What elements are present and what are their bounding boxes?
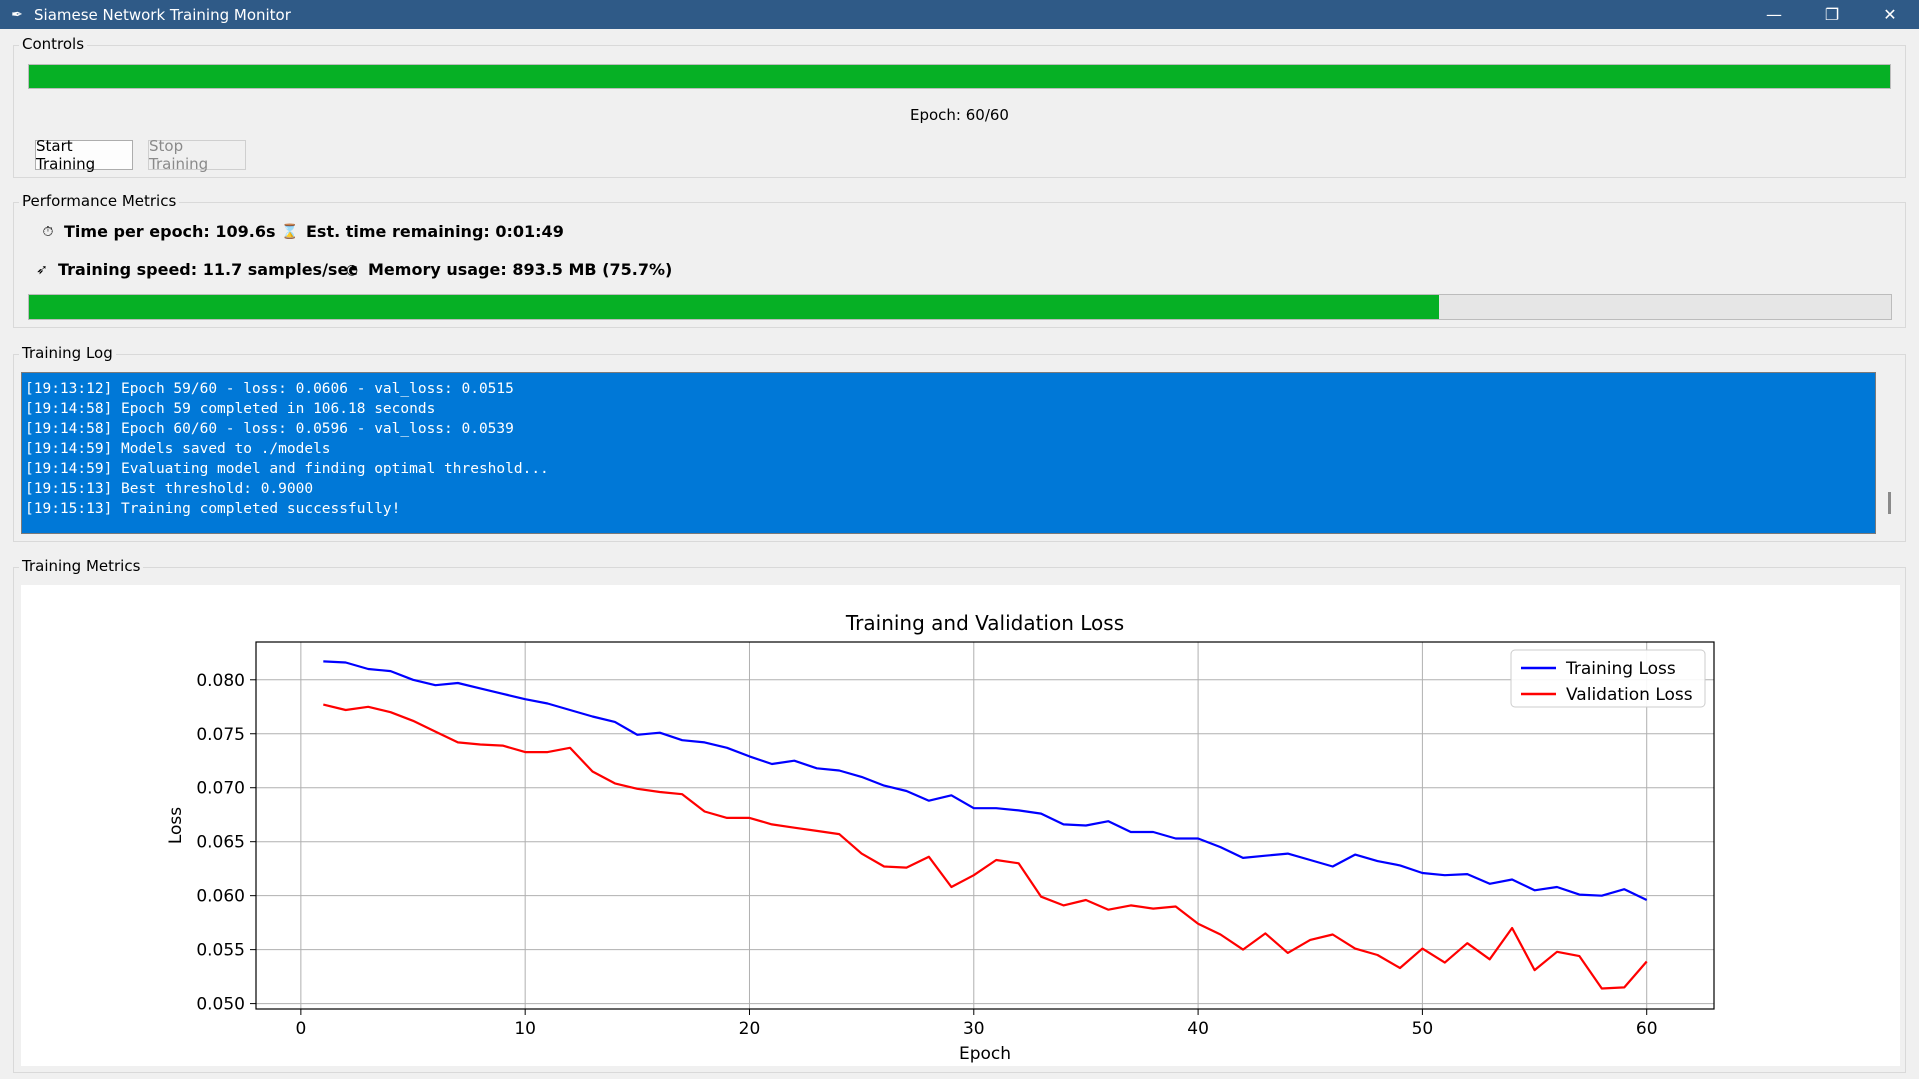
training-log-textbox[interactable]: [19:13:12] Epoch 59/60 - loss: 0.0606 - … [21,372,1876,534]
time-per-epoch-metric: ⏱ Time per epoch: 109.6s [38,222,276,241]
x-tick-label: 0 [295,1019,306,1039]
log-line: [19:13:12] Epoch 59/60 - loss: 0.0606 - … [25,381,514,397]
x-tick-label: 60 [1636,1019,1658,1039]
log-line: [19:14:59] Evaluating model and finding … [25,461,549,477]
training-speed-text: Training speed: 11.7 samples/sec [58,260,358,279]
restore-button[interactable]: ❐ [1803,0,1861,29]
log-scrollbar-thumb[interactable] [1888,492,1891,514]
y-tick-label: 0.080 [196,671,245,691]
chart-title: Training and Validation Loss [845,611,1124,635]
close-button[interactable]: ✕ [1861,0,1919,29]
gauge-icon: ◔ [345,261,359,278]
controls-label: Controls [19,35,88,53]
stop-training-button[interactable]: Stop Training [148,137,246,173]
x-tick-label: 20 [739,1019,761,1039]
log-line: [19:15:13] Best threshold: 0.9000 [25,481,314,497]
x-tick-label: 50 [1412,1019,1434,1039]
title-bar: ✒ Siamese Network Training Monitor — ❐ ✕ [0,0,1919,29]
y-tick-label: 0.065 [196,833,245,853]
y-tick-label: 0.050 [196,995,245,1015]
x-axis-label: Epoch [959,1044,1011,1064]
time-per-epoch-text: Time per epoch: 109.6s [64,222,276,241]
legend-label: Validation Loss [1566,685,1693,705]
start-training-button[interactable]: Start Training [35,137,133,173]
training-speed-metric: ➶ Training speed: 11.7 samples/sec [32,260,358,279]
loss-chart: 0 10 20 30 40 50 60 0.050 0.055 0.060 0.065 0.070 0.… [166,611,1715,1064]
log-line: [19:14:58] Epoch 60/60 - loss: 0.0596 - … [25,421,514,437]
loss-chart-panel: 0 10 20 30 40 50 60 0.050 0.055 0.060 0.065 0.070 0.… [21,585,1900,1066]
rocket-icon: ➶ [36,261,48,278]
est-time-remaining-text: Est. time remaining: 0:01:49 [306,222,564,241]
plot-frame [255,641,1715,1010]
feather-icon: ✒ [11,6,23,23]
epoch-status-text: Epoch: 60/60 [910,106,1009,124]
minimize-button[interactable]: — [1745,0,1803,29]
hourglass-icon: ⌛ [281,223,299,240]
epoch-progress-bar [28,64,1891,89]
series-line-validation [323,703,1648,990]
y-tick-label: 0.055 [196,941,245,961]
stopwatch-icon: ⏱ [42,223,54,240]
memory-usage-text: Memory usage: 893.5 MB (75.7%) [368,260,673,279]
performance-metrics-label: Performance Metrics [19,192,180,210]
log-line: [19:14:58] Epoch 59 completed in 106.18 … [25,401,436,417]
training-log-label: Training Log [19,344,116,362]
y-tick-label: 0.060 [196,887,245,907]
y-tick-label: 0.070 [196,779,245,799]
memory-usage-fill [29,295,1439,319]
training-metrics-label: Training Metrics [19,557,144,575]
x-tick-label: 10 [514,1019,536,1039]
est-time-remaining-metric: ⌛ Est. time remaining: 0:01:49 [280,222,564,241]
log-line: [19:15:13] Training completed successful… [25,501,401,517]
legend-label: Training Loss [1565,659,1676,679]
memory-usage-bar [28,294,1892,320]
log-line: [19:14:59] Models saved to ./models [25,441,331,457]
x-tick-label: 40 [1187,1019,1209,1039]
y-tick-label: 0.075 [196,725,245,745]
x-tick-label: 30 [963,1019,985,1039]
series-line-training [323,660,1648,901]
epoch-progress-fill [29,65,1890,88]
y-axis-label: Loss [166,807,186,844]
window-title: Siamese Network Training Monitor [34,5,291,24]
memory-usage-metric: ◔ Memory usage: 893.5 MB (75.7%) [342,260,672,279]
